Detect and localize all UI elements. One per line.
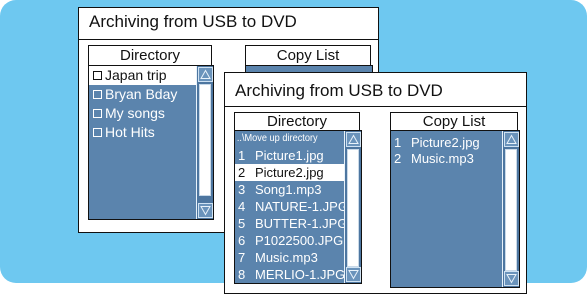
front-directory-pane[interactable]: ..\Move up directory 1 Picture1.jpg 2 Pictu…: [234, 130, 362, 284]
copy-scroll-down-button[interactable]: [504, 271, 519, 286]
front-archive-dialog: Archiving from USB to DVD Directory ..\M…: [224, 72, 527, 294]
directory-item[interactable]: Hot Hits: [89, 123, 197, 142]
front-directory-header: Directory: [234, 112, 360, 131]
copy-item-number: 2: [394, 151, 402, 166]
copy-list-item[interactable]: 1 Picture2.jpg: [391, 135, 501, 151]
checkbox[interactable]: [93, 71, 102, 80]
triangle-up-icon: [506, 134, 517, 144]
front-dialog-title: Archiving from USB to DVD: [235, 81, 443, 100]
back-directory-list: Japan trip Bryan Bday My songs Hot Hits: [89, 66, 197, 142]
file-list-item[interactable]: 3 Song1.mp3: [235, 181, 345, 198]
back-directory-scrollbar[interactable]: [196, 66, 213, 219]
file-item-number: 8: [238, 267, 246, 282]
move-up-directory-label: ..\Move up directory: [236, 133, 318, 144]
triangle-down-icon: [348, 270, 359, 280]
front-directory-list: ..\Move up directory: [235, 131, 345, 147]
front-title-divider: [225, 106, 526, 107]
file-item-number: 6: [238, 233, 246, 248]
file-item-label: Picture2.jpg: [255, 165, 324, 180]
file-list-item[interactable]: 6 P1022500.JPG: [235, 232, 345, 249]
front-copy-list-pane[interactable]: 1 Picture2.jpg 2 Music.mp3: [390, 130, 520, 288]
copy-item-label: Picture2.jpg: [411, 135, 480, 150]
front-dir-scroll-thumb[interactable]: [347, 149, 359, 267]
copy-list: 1 Picture2.jpg 2 Music.mp3: [391, 135, 501, 167]
file-item-number: 4: [238, 199, 246, 214]
file-list-item[interactable]: 4 NATURE-1.JPG: [235, 198, 348, 215]
copy-list-scrollbar[interactable]: [502, 131, 519, 287]
copy-scroll-thumb[interactable]: [505, 149, 517, 271]
file-item-label: Picture1.jpg: [255, 148, 324, 163]
file-item-number: 3: [238, 182, 246, 197]
directory-item-label: Hot Hits: [105, 124, 155, 140]
back-scroll-down-button[interactable]: [198, 203, 213, 218]
copy-list-item[interactable]: 2 Music.mp3: [391, 151, 501, 167]
copy-item-label: Music.mp3: [411, 151, 474, 166]
back-directory-pane[interactable]: Japan trip Bryan Bday My songs Hot Hits: [88, 65, 214, 220]
back-scroll-thumb[interactable]: [199, 84, 211, 196]
file-item-label: NATURE-1.JPG: [255, 199, 348, 214]
back-title-divider: [79, 39, 378, 40]
file-item-number: 2: [238, 165, 246, 180]
front-directory-file-list: 1 Picture1.jpg 2 Picture2.jpg 3 Song1.mp3 4 NAT…: [235, 147, 348, 283]
triangle-down-icon: [200, 206, 211, 216]
back-copy-list-header: Copy List: [245, 45, 371, 66]
front-dir-scroll-down-button[interactable]: [346, 267, 361, 282]
back-directory-header: Directory: [88, 45, 212, 66]
file-item-label: MERLIO-1.JPG: [255, 267, 346, 282]
directory-item[interactable]: My songs: [89, 104, 197, 123]
file-item-label: Music.mp3: [255, 250, 318, 265]
front-directory-scrollbar[interactable]: [344, 131, 361, 283]
front-copy-list-header: Copy List: [390, 112, 518, 131]
directory-item-label: Japan trip: [105, 67, 167, 83]
copy-item-number: 1: [394, 135, 402, 150]
file-list-item[interactable]: 5 BUTTER-1.JPG: [235, 215, 348, 232]
file-item-label: Song1.mp3: [255, 182, 322, 197]
directory-item[interactable]: Bryan Bday: [89, 85, 197, 104]
checkbox[interactable]: [93, 128, 102, 137]
file-item-label: P1022500.JPG: [255, 233, 344, 248]
file-item-number: 1: [238, 148, 246, 163]
file-list-item[interactable]: 2 Picture2.jpg: [235, 164, 345, 181]
file-list-item[interactable]: 8 MERLIO-1.JPG: [235, 266, 345, 283]
triangle-up-icon: [348, 134, 359, 144]
file-item-number: 5: [238, 216, 246, 231]
file-list-item[interactable]: 7 Music.mp3: [235, 249, 345, 266]
front-dir-scroll-up-button[interactable]: [346, 132, 361, 147]
file-item-label: BUTTER-1.JPG: [255, 216, 348, 231]
copy-scroll-up-button[interactable]: [504, 132, 519, 147]
file-item-number: 7: [238, 250, 246, 265]
directory-item-label: My songs: [105, 105, 165, 121]
directory-item-label: Bryan Bday: [105, 86, 178, 102]
directory-item[interactable]: Japan trip: [89, 66, 197, 85]
triangle-up-icon: [200, 69, 211, 79]
move-up-directory-item[interactable]: ..\Move up directory: [235, 131, 336, 147]
triangle-down-icon: [506, 274, 517, 284]
back-dialog-title: Archiving from USB to DVD: [89, 12, 297, 31]
checkbox[interactable]: [93, 109, 102, 118]
checkbox[interactable]: [93, 90, 102, 99]
back-scroll-up-button[interactable]: [198, 67, 213, 82]
file-list-item[interactable]: 1 Picture1.jpg: [235, 147, 345, 164]
